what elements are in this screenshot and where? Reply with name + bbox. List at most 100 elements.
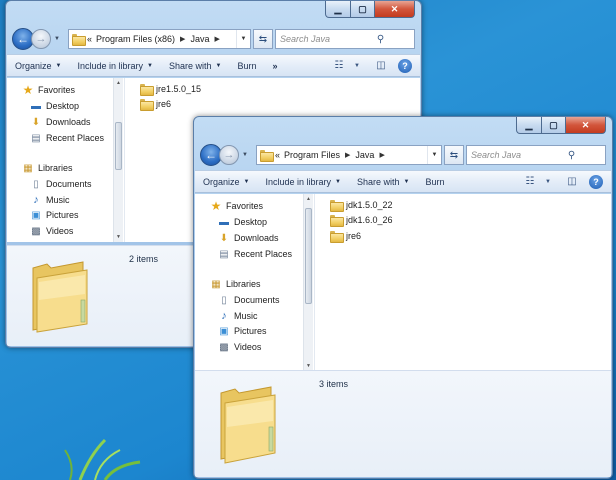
navigation-bar: ← → ▼ « Program Files ▶ Java ▶ ▼ ⇆ Searc… [200, 142, 606, 168]
address-dropdown-button[interactable]: ▼ [427, 146, 441, 164]
nav-videos[interactable]: ▩ Videos [217, 341, 261, 353]
minimize-button[interactable]: ▁ [516, 117, 542, 134]
nav-music[interactable]: ♪ Music [217, 310, 257, 322]
help-button[interactable]: ? [587, 174, 605, 190]
breadcrumb-java[interactable]: Java [355, 150, 374, 160]
share-with-button[interactable]: Share with ▼ [169, 61, 221, 71]
downloads-icon: ⬇ [31, 116, 41, 128]
forward-button[interactable]: → [219, 145, 239, 165]
navigation-pane: ★ Favorites ▬ Desktop ⬇ Downloads ▤ Recent P… [195, 194, 315, 371]
scroll-up-icon[interactable]: ▲ [114, 80, 123, 86]
scrollbar-thumb[interactable] [305, 208, 312, 304]
change-view-button[interactable]: ☷ [330, 58, 348, 74]
nav-downloads[interactable]: ⬇ Downloads [217, 232, 279, 244]
nav-libraries[interactable]: ▦ Libraries [209, 278, 260, 290]
include-in-library-button[interactable]: Include in library ▼ [265, 177, 340, 187]
maximize-button[interactable]: ▢ [542, 117, 566, 134]
breadcrumb-overflow[interactable]: « [87, 34, 92, 44]
preview-pane-button[interactable]: ◫ [372, 58, 390, 74]
forward-button[interactable]: → [31, 29, 51, 49]
address-bar[interactable]: « Program Files (x86) ▶ Java ▶ ▼ [68, 29, 251, 49]
recent-pages-dropdown[interactable]: ▼ [52, 36, 62, 42]
share-with-button[interactable]: Share with ▼ [357, 177, 409, 187]
breadcrumb-chevron-icon[interactable]: ▶ [345, 151, 350, 159]
large-folder-icon [32, 261, 88, 333]
address-dropdown-button[interactable]: ▼ [236, 30, 250, 48]
file-item[interactable]: jre1.5.0_15 [140, 84, 201, 96]
burn-button[interactable]: Burn [237, 61, 256, 71]
refresh-button[interactable]: ⇆ [444, 145, 464, 165]
close-button[interactable]: ✕ [566, 117, 606, 134]
nav-libraries-label: Libraries [38, 163, 73, 173]
search-icon[interactable]: ⚲ [347, 34, 414, 45]
view-dropdown-button[interactable]: ▼ [348, 58, 366, 74]
nav-recent-places[interactable]: ▤ Recent Places [217, 248, 292, 260]
include-in-library-button[interactable]: Include in library ▼ [77, 61, 152, 71]
nav-pictures[interactable]: ▣ Pictures [217, 325, 266, 337]
nav-pictures[interactable]: ▣ Pictures [29, 209, 78, 221]
star-icon: ★ [210, 199, 222, 213]
breadcrumb-program-files-x86[interactable]: Program Files (x86) [96, 34, 175, 44]
view-dropdown-button[interactable]: ▼ [539, 174, 557, 190]
star-icon: ★ [22, 83, 34, 97]
close-button[interactable]: ✕ [375, 1, 415, 18]
breadcrumb-java[interactable]: Java [190, 34, 209, 44]
minimize-button[interactable]: ▁ [325, 1, 351, 18]
change-view-button[interactable]: ☷ [521, 174, 539, 190]
nav-recent-places[interactable]: ▤ Recent Places [29, 132, 104, 144]
recent-pages-dropdown[interactable]: ▼ [240, 152, 250, 158]
scroll-down-icon[interactable]: ▼ [114, 234, 123, 240]
nav-documents[interactable]: ▯ Documents [217, 294, 279, 306]
burn-button[interactable]: Burn [425, 177, 444, 187]
breadcrumb-program-files[interactable]: Program Files [284, 150, 340, 160]
command-bar-right: ☷ ▼ ◫ ? [324, 58, 420, 74]
file-item[interactable]: jre6 [330, 231, 362, 243]
file-name: jre6 [346, 231, 362, 241]
preview-pane-button[interactable]: ◫ [563, 174, 581, 190]
details-pane: 3 items [195, 370, 611, 477]
navigation-pane-scrollbar[interactable]: ▲ ▼ [303, 194, 313, 371]
refresh-button[interactable]: ⇆ [253, 29, 273, 49]
recent-places-icon: ▤ [31, 132, 41, 144]
nav-recent-places-label: Recent Places [234, 249, 293, 259]
scroll-down-icon[interactable]: ▼ [304, 363, 313, 369]
address-bar[interactable]: « Program Files ▶ Java ▶ ▼ [256, 145, 442, 165]
file-item[interactable]: jdk1.6.0_26 [330, 215, 393, 227]
help-button[interactable]: ? [396, 58, 414, 74]
more-commands-button[interactable]: » [272, 61, 277, 71]
breadcrumb-chevron-icon[interactable]: ▶ [180, 35, 185, 43]
organize-button[interactable]: Organize ▼ [15, 61, 61, 71]
search-box[interactable]: Search Java ⚲ [275, 29, 415, 49]
nav-videos[interactable]: ▩ Videos [29, 225, 73, 237]
file-item[interactable]: jre6 [140, 99, 171, 111]
navigation-pane-scrollbar[interactable]: ▲ ▼ [113, 78, 123, 242]
nav-documents[interactable]: ▯ Documents [29, 178, 91, 190]
breadcrumb-chevron-icon[interactable]: ▶ [379, 151, 384, 159]
maximize-button[interactable]: ▢ [351, 1, 375, 18]
minimize-icon: ▁ [525, 119, 533, 130]
organize-button[interactable]: Organize ▼ [203, 177, 249, 187]
nav-favorites[interactable]: ★ Favorites [209, 199, 263, 213]
recent-places-icon: ▤ [219, 248, 229, 260]
nav-favorites[interactable]: ★ Favorites [21, 83, 75, 97]
nav-downloads[interactable]: ⬇ Downloads [29, 116, 91, 128]
scrollbar-thumb[interactable] [115, 122, 122, 170]
nav-libraries[interactable]: ▦ Libraries [21, 162, 73, 174]
nav-desktop-label: Desktop [46, 101, 80, 111]
nav-desktop[interactable]: ▬ Desktop [217, 216, 267, 228]
pictures-icon: ▣ [31, 209, 41, 221]
command-bar-right: ☷ ▼ ◫ ? [515, 174, 611, 190]
search-input[interactable]: Search Java [471, 150, 538, 160]
search-input[interactable]: Search Java [280, 34, 347, 44]
breadcrumb-chevron-icon[interactable]: ▶ [214, 35, 219, 43]
search-icon[interactable]: ⚲ [538, 150, 605, 161]
explorer-window-program-files-java[interactable]: ▁ ▢ ✕ ← → ▼ « Program Files ▶ Java ▶ ▼ ⇆… [193, 116, 613, 479]
explorer-content: ★ Favorites ▬ Desktop ⬇ Downloads ▤ Recent P… [195, 194, 611, 371]
nav-music[interactable]: ♪ Music [29, 194, 69, 206]
search-box[interactable]: Search Java ⚲ [466, 145, 606, 165]
nav-desktop[interactable]: ▬ Desktop [29, 100, 79, 112]
scroll-up-icon[interactable]: ▲ [304, 196, 313, 202]
breadcrumb-overflow[interactable]: « [275, 150, 280, 160]
documents-icon: ▯ [221, 294, 227, 306]
file-item[interactable]: jdk1.5.0_22 [330, 200, 393, 212]
